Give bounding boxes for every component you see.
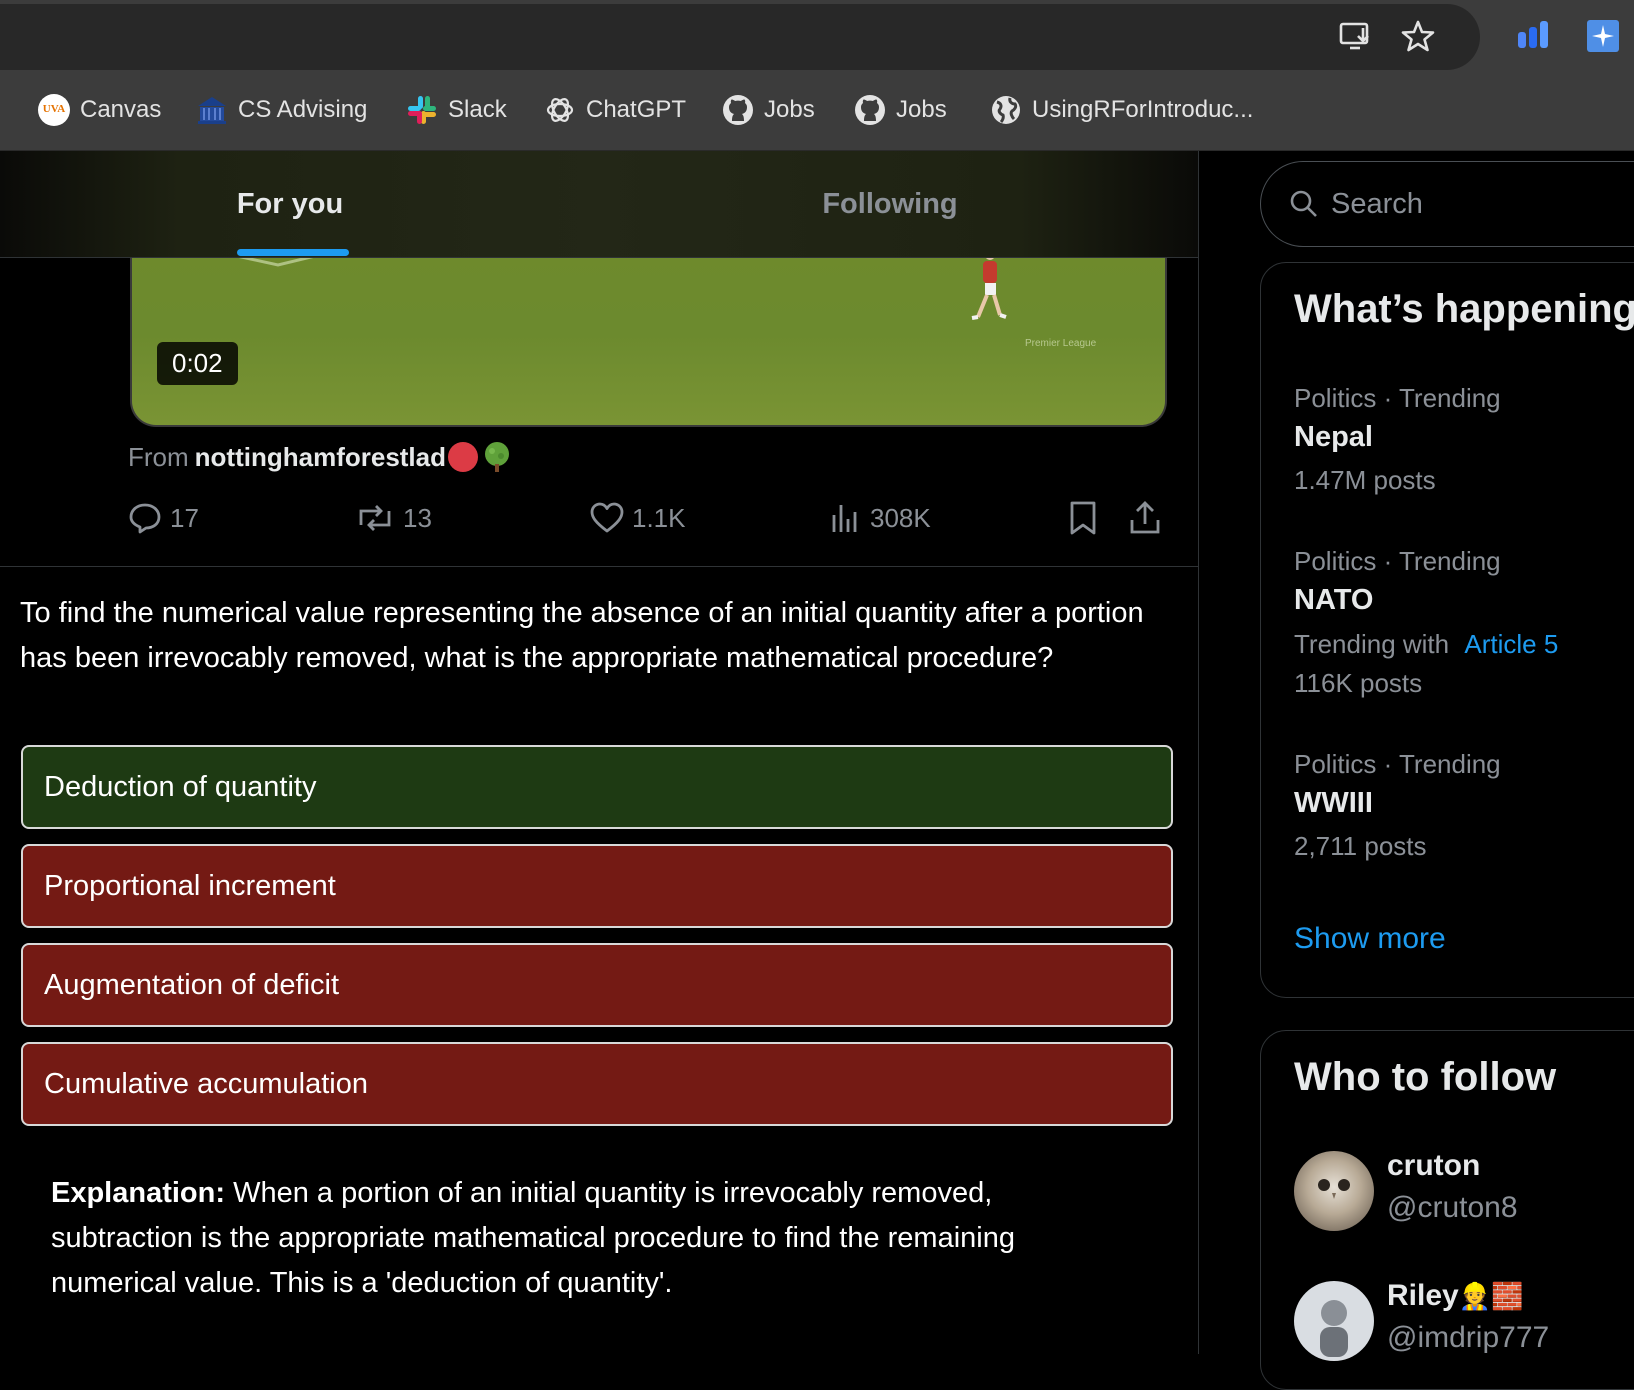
avatar <box>1294 1151 1374 1231</box>
quiz-option-2[interactable]: Proportional increment <box>21 844 1173 928</box>
repost-count: 13 <box>403 502 432 533</box>
bookmark-chatgpt[interactable]: ChatGPT <box>544 70 686 150</box>
avatar <box>1294 1281 1374 1361</box>
github-icon <box>855 95 885 125</box>
reply-count: 17 <box>170 502 199 533</box>
explanation-label: Explanation: <box>51 1177 226 1209</box>
pitch-lines <box>176 243 1007 320</box>
search-icon <box>1290 190 1317 217</box>
owl-avatar-icon <box>1318 1179 1350 1199</box>
trend-meta: Politics · Trending <box>1294 749 1501 779</box>
bookmark-canvas[interactable]: UVA Canvas <box>38 70 161 150</box>
openai-icon <box>546 98 574 122</box>
video-watermark: Premier League <box>1025 338 1097 349</box>
reply-button[interactable]: 17 <box>128 496 199 540</box>
follow-name: cruton <box>1387 1149 1481 1182</box>
like-button[interactable]: 1.1K <box>590 496 686 540</box>
bookmark-jobs-2[interactable]: Jobs <box>854 70 947 150</box>
feed-tabs: For you Following <box>0 151 1198 258</box>
trending-with-label: Trending with <box>1294 629 1450 659</box>
bookmark-star-icon[interactable] <box>1400 18 1436 54</box>
bookmarks-bar: UVA Canvas CS Advising Slack ChatGPT Job… <box>0 70 1634 151</box>
heart-icon <box>590 502 624 533</box>
address-bar[interactable] <box>0 4 1480 70</box>
bookmark-button[interactable] <box>1068 496 1098 540</box>
repost-button[interactable]: 13 <box>355 496 432 540</box>
bookmark-label: Slack <box>448 96 507 123</box>
follow-emoji: 👷🧱 <box>1458 1281 1524 1311</box>
post-divider <box>0 566 1198 567</box>
tree-emoji-icon <box>485 442 510 472</box>
trend-count: 116K posts <box>1294 668 1423 698</box>
search-placeholder: Search <box>1331 187 1423 220</box>
trend-count: 1.47M posts <box>1294 465 1436 495</box>
share-icon <box>1130 501 1160 534</box>
view-count: 308K <box>870 502 931 533</box>
red-circle-emoji-icon <box>448 442 479 472</box>
video-player[interactable]: Premier League 0:02 <box>130 243 1167 427</box>
repost-icon <box>359 505 391 531</box>
github-icon <box>723 95 753 125</box>
quiz-explanation: Explanation: When a portion of an initia… <box>51 1171 1101 1306</box>
quiz-option-3[interactable]: Augmentation of deficit <box>21 943 1173 1027</box>
from-label: From <box>128 441 189 472</box>
main-feed: Premier League 0:02 For you Following Fr… <box>0 151 1199 1354</box>
follow-handle: @imdrip777 <box>1387 1321 1550 1354</box>
player-figure <box>971 250 1007 320</box>
source-author-link[interactable]: nottinghamforestlad <box>195 442 446 473</box>
analytics-icon <box>832 505 857 532</box>
follow-handle: @cruton8 <box>1387 1191 1518 1224</box>
quiz-option-1[interactable]: Deduction of quantity <box>21 745 1173 829</box>
active-tab-indicator <box>237 249 349 256</box>
who-to-follow-panel: Who to follow cruton @cruton8 Riley👷🧱 @i… <box>1260 1030 1634 1390</box>
views-button[interactable]: 308K <box>830 496 931 540</box>
follow-name: Riley <box>1387 1279 1459 1312</box>
video-duration: 0:02 <box>157 342 238 385</box>
video-source: From nottinghamforestlad <box>128 441 513 473</box>
search-input[interactable]: Search <box>1260 161 1634 247</box>
bookmark-label: CS Advising <box>238 96 368 123</box>
trends-title: What’s happening <box>1294 287 1634 331</box>
bookmark-label: ChatGPT <box>586 96 687 123</box>
share-button[interactable] <box>1128 496 1162 540</box>
bookmark-label: Jobs <box>764 96 815 123</box>
trend-meta: Politics · Trending <box>1294 383 1501 413</box>
trend-name: WWIII <box>1294 787 1373 819</box>
extension-icon[interactable] <box>1515 18 1551 54</box>
person-avatar-icon <box>1320 1300 1348 1357</box>
bookmark-usingr[interactable]: UsingRForIntroduc... <box>990 70 1253 150</box>
institution-icon <box>198 97 226 124</box>
trends-panel: What’s happening Politics · Trending Nep… <box>1260 262 1634 998</box>
reply-icon <box>129 503 161 534</box>
trending-with: Trending with Article 5 <box>1294 629 1558 660</box>
slack-icon <box>408 96 436 124</box>
trend-name: Nepal <box>1294 421 1373 453</box>
trend-name: NATO <box>1294 584 1374 616</box>
quiz-option-4[interactable]: Cumulative accumulation <box>21 1042 1173 1126</box>
bookmark-label: Jobs <box>896 96 947 123</box>
bookmark-label: UsingRForIntroduc... <box>1032 96 1254 123</box>
bookmark-icon <box>1070 501 1096 535</box>
like-count: 1.1K <box>632 502 686 533</box>
trend-meta: Politics · Trending <box>1294 546 1501 576</box>
tab-for-you[interactable]: For you <box>180 151 400 257</box>
trending-with-link[interactable]: Article 5 <box>1464 629 1558 659</box>
sparkle-extension-icon[interactable] <box>1585 18 1621 54</box>
bookmark-cs-advising[interactable]: CS Advising <box>196 70 367 150</box>
uva-icon-text: UVA <box>42 103 66 115</box>
uva-icon: UVA <box>38 94 70 126</box>
quiz-question: To find the numerical value representing… <box>20 597 1144 674</box>
browser-toolbar <box>0 0 1634 70</box>
show-more-link[interactable]: Show more <box>1294 922 1446 956</box>
install-app-icon[interactable] <box>1338 18 1374 54</box>
tab-following[interactable]: Following <box>770 151 1010 257</box>
trend-count: 2,711 posts <box>1294 831 1427 861</box>
bookmark-slack[interactable]: Slack <box>406 70 507 150</box>
bookmark-jobs-1[interactable]: Jobs <box>722 70 815 150</box>
follow-name-row: Riley👷🧱 <box>1387 1279 1523 1313</box>
globe-icon <box>992 96 1020 124</box>
bookmark-label: Canvas <box>80 96 162 123</box>
who-to-follow-title: Who to follow <box>1294 1055 1557 1099</box>
